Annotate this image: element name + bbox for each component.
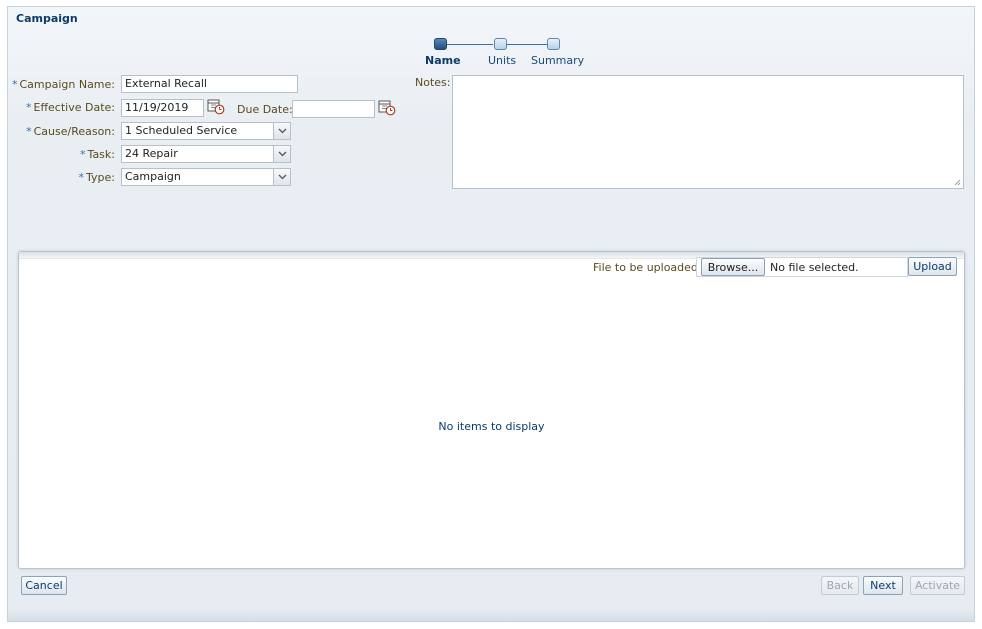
task-select[interactable]: 24 Repair: [121, 145, 291, 163]
task-label: * Task:: [80, 148, 115, 161]
train-stop-name[interactable]: [434, 38, 447, 50]
empty-table-message: No items to display: [438, 420, 545, 433]
cause-reason-label: * Cause/Reason:: [26, 125, 115, 138]
task-value: 24 Repair: [125, 147, 178, 160]
wizard-train: Name Units Summary: [423, 37, 584, 71]
upload-button[interactable]: Upload: [908, 257, 957, 276]
type-value: Campaign: [125, 170, 181, 183]
resize-grip-icon[interactable]: [953, 178, 961, 186]
train-label-name[interactable]: Name: [425, 54, 461, 67]
browse-button[interactable]: Browse...: [701, 258, 765, 276]
activate-button[interactable]: Activate: [910, 576, 965, 595]
notes-label: Notes:: [415, 76, 451, 89]
panel-footer-strip: [8, 609, 974, 621]
calendar-icon[interactable]: [378, 99, 396, 116]
required-marker: *: [11, 78, 18, 91]
effective-date-input[interactable]: 11/19/2019: [121, 99, 204, 117]
cancel-button[interactable]: Cancel: [21, 576, 67, 595]
cause-reason-value: 1 Scheduled Service: [125, 124, 238, 137]
upload-label: File to be uploaded:: [593, 261, 702, 274]
train-connector: [447, 44, 493, 45]
train-connector: [507, 44, 548, 45]
required-marker: *: [78, 171, 85, 184]
train-label-units[interactable]: Units: [488, 54, 516, 67]
campaign-name-label: * Campaign Name:: [11, 78, 115, 91]
next-button[interactable]: Next: [863, 576, 903, 595]
type-label: * Type:: [78, 171, 115, 184]
required-marker: *: [26, 125, 32, 138]
due-date-label: Due Date:: [237, 103, 293, 116]
train-stop-summary[interactable]: [547, 38, 560, 50]
train-stop-units[interactable]: [494, 38, 507, 50]
campaign-panel: Campaign Name Units Summary * Campaign Na…: [7, 6, 975, 622]
file-status: No file selected.: [770, 261, 859, 274]
chevron-down-icon[interactable]: [273, 146, 290, 162]
effective-date-label: * Effective Date:: [26, 101, 115, 114]
required-marker: *: [80, 148, 86, 161]
back-button[interactable]: Back: [821, 576, 859, 595]
panel-title: Campaign: [16, 12, 78, 25]
required-marker: *: [26, 101, 32, 114]
train-label-summary[interactable]: Summary: [531, 54, 584, 67]
notes-textarea[interactable]: [452, 75, 964, 189]
calendar-icon[interactable]: [207, 98, 225, 115]
campaign-name-input[interactable]: External Recall: [121, 75, 298, 93]
units-table: No items to display: [18, 251, 965, 569]
cause-reason-select[interactable]: 1 Scheduled Service: [121, 122, 291, 140]
chevron-down-icon[interactable]: [273, 123, 290, 139]
chevron-down-icon[interactable]: [273, 169, 290, 185]
type-select[interactable]: Campaign: [121, 168, 291, 186]
due-date-input[interactable]: [292, 100, 375, 118]
